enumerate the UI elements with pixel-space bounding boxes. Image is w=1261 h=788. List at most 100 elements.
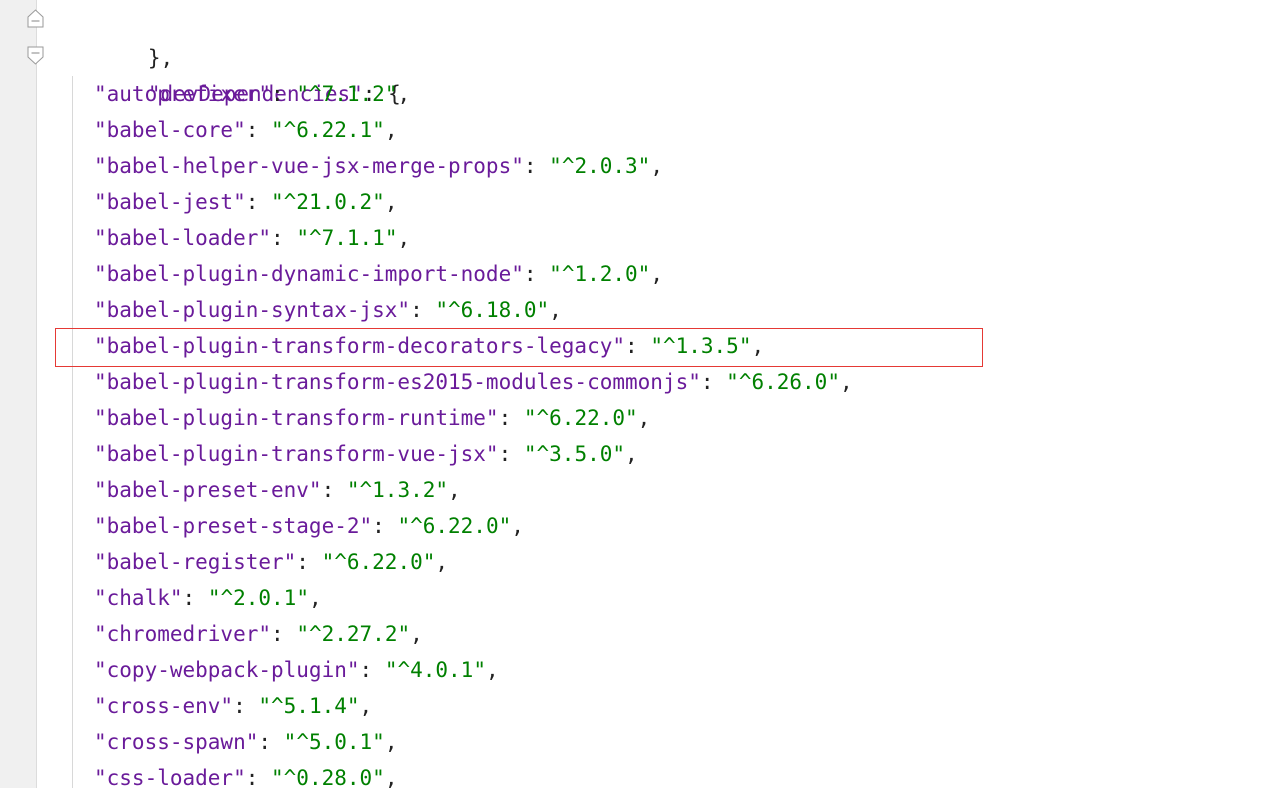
- code-line: "babel-jest": "^21.0.2",: [94, 184, 397, 220]
- dependency-version: "^1.3.2": [346, 478, 449, 502]
- code-line-closing-brace: },: [72, 4, 173, 70]
- code-line: "chromedriver": "^2.27.2",: [94, 616, 423, 652]
- separator: :: [359, 658, 385, 682]
- dependency-name: "babel-helper-vue-jsx-merge-props": [94, 154, 524, 178]
- dependency-name: "babel-plugin-transform-runtime": [94, 406, 499, 430]
- separator: :: [245, 190, 272, 214]
- comma: ,: [485, 658, 499, 682]
- separator: :: [700, 370, 727, 394]
- comma: ,: [650, 154, 663, 178]
- dependency-version: "^2.0.3": [549, 154, 651, 178]
- code-line: "autoprefixer": "^7.1.2",: [94, 76, 410, 112]
- comma: ,: [384, 766, 398, 788]
- code-line: "babel-plugin-syntax-jsx": "^6.18.0",: [94, 292, 562, 328]
- comma: ,: [384, 730, 398, 754]
- code-line: "css-loader": "^0.28.0",: [94, 760, 397, 788]
- separator: :: [258, 730, 284, 754]
- comma: ,: [637, 406, 651, 430]
- separator: :: [498, 442, 524, 466]
- code-line: "babel-plugin-transform-es2015-modules-c…: [94, 364, 853, 400]
- separator: :: [182, 586, 208, 610]
- comma: ,: [448, 478, 461, 502]
- separator: :: [372, 514, 398, 538]
- dependency-name: "copy-webpack-plugin": [94, 658, 360, 682]
- separator: :: [410, 298, 436, 322]
- code-line: "babel-plugin-dynamic-import-node": "^1.…: [94, 256, 663, 292]
- separator: :: [296, 550, 322, 574]
- dependency-version: "^7.1.2": [296, 82, 398, 106]
- comma: ,: [650, 262, 663, 286]
- separator: :: [523, 262, 550, 286]
- separator: :: [523, 154, 550, 178]
- separator: :: [271, 622, 297, 646]
- code-line: "copy-webpack-plugin": "^4.0.1",: [94, 652, 499, 688]
- code-line: "babel-core": "^6.22.1",: [94, 112, 397, 148]
- comma: ,: [397, 226, 411, 250]
- code-line: "babel-preset-stage-2": "^6.22.0",: [94, 508, 524, 544]
- comma: ,: [839, 370, 853, 394]
- comma: ,: [549, 298, 562, 322]
- dependency-name: "babel-plugin-transform-vue-jsx": [94, 442, 499, 466]
- dependency-name: "babel-preset-env": [94, 478, 322, 502]
- code-line: "babel-helper-vue-jsx-merge-props": "^2.…: [94, 148, 663, 184]
- dependency-name: "babel-plugin-transform-es2015-modules-c…: [94, 370, 701, 394]
- indent-guide: [72, 76, 73, 788]
- dependency-version: "^5.0.1": [283, 730, 385, 754]
- comma: ,: [308, 586, 322, 610]
- fold-start-icon[interactable]: [27, 46, 44, 66]
- dependency-version: "^6.18.0": [435, 298, 550, 322]
- dependency-name: "css-loader": [94, 766, 246, 788]
- dependency-version: "^2.27.2": [296, 622, 411, 646]
- dependency-name: "babel-preset-stage-2": [94, 514, 373, 538]
- dependency-name: "babel-plugin-dynamic-import-node": [94, 262, 524, 286]
- line-gutter: [0, 0, 37, 788]
- code-line-devdependencies: "devDependencies": {: [72, 40, 401, 106]
- dependency-version: "^6.26.0": [726, 370, 840, 394]
- comma: ,: [410, 622, 423, 646]
- code-line: "babel-plugin-transform-runtime": "^6.22…: [94, 400, 650, 436]
- highlight-box: [55, 328, 983, 367]
- comma: ,: [625, 442, 638, 466]
- dependency-version: "^1.2.0": [549, 262, 651, 286]
- dependency-name: "babel-loader": [94, 226, 272, 250]
- dependency-version: "^6.22.0": [397, 514, 512, 538]
- separator: :: [271, 226, 297, 250]
- dependency-version: "^2.0.1": [207, 586, 309, 610]
- code-line: "cross-env": "^5.1.4",: [94, 688, 372, 724]
- code-line: "babel-loader": "^7.1.1",: [94, 220, 410, 256]
- dependency-name: "chalk": [94, 586, 183, 610]
- dependency-name: "babel-jest": [94, 190, 246, 214]
- dependency-name: "cross-env": [94, 694, 234, 718]
- comma: ,: [384, 118, 398, 142]
- dependency-name: "babel-core": [94, 118, 246, 142]
- dependency-name: "chromedriver": [94, 622, 272, 646]
- separator: :: [271, 82, 297, 106]
- dependency-name: "babel-register": [94, 550, 297, 574]
- dependency-name: "babel-plugin-syntax-jsx": [94, 298, 411, 322]
- dependency-version: "^0.28.0": [271, 766, 385, 788]
- comma: ,: [397, 82, 411, 106]
- dependency-version: "^7.1.1": [296, 226, 398, 250]
- dependency-version: "^3.5.0": [523, 442, 626, 466]
- dependency-version: "^4.0.1": [384, 658, 486, 682]
- dependency-version: "^5.1.4": [258, 694, 360, 718]
- code-line: "cross-spawn": "^5.0.1",: [94, 724, 397, 760]
- code-line: "babel-plugin-transform-vue-jsx": "^3.5.…: [94, 436, 638, 472]
- comma: ,: [511, 514, 524, 538]
- code-line: "babel-register": "^6.22.0",: [94, 544, 448, 580]
- separator: :: [498, 406, 524, 430]
- dependency-version: "^21.0.2": [271, 190, 385, 214]
- dependency-version: "^6.22.0": [523, 406, 638, 430]
- code-line: "babel-preset-env": "^1.3.2",: [94, 472, 461, 508]
- comma: ,: [384, 190, 398, 214]
- fold-end-icon[interactable]: [27, 8, 44, 28]
- code-editor[interactable]: }, "devDependencies": { "autoprefixer": …: [0, 0, 1261, 788]
- dependency-version: "^6.22.0": [321, 550, 436, 574]
- comma: ,: [359, 694, 373, 718]
- separator: :: [321, 478, 347, 502]
- dependency-name: "cross-spawn": [94, 730, 259, 754]
- dependency-name: "autoprefixer": [94, 82, 272, 106]
- separator: :: [233, 694, 259, 718]
- code-line: "chalk": "^2.0.1",: [94, 580, 322, 616]
- dependency-version: "^6.22.1": [271, 118, 385, 142]
